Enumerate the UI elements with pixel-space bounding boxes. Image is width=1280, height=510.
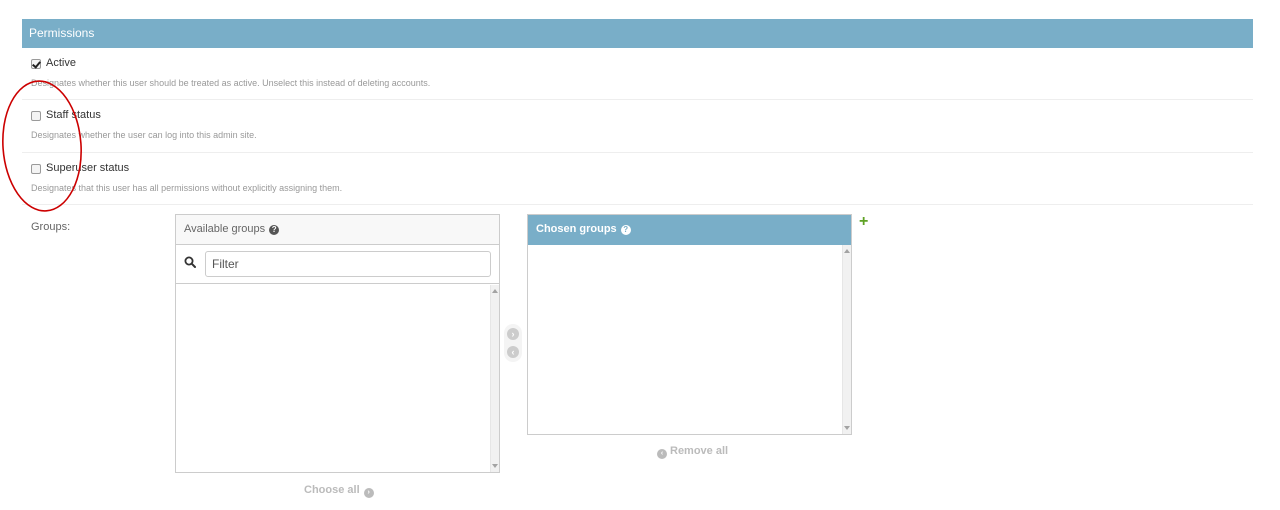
scroll-down-arrow[interactable] <box>492 464 498 468</box>
available-groups-box: Available groups? <box>175 214 500 473</box>
fieldset-header: Permissions <box>22 19 1253 48</box>
available-groups-scrollbar[interactable] <box>490 285 499 472</box>
chosen-groups-title-text: Chosen groups <box>536 223 617 235</box>
chosen-groups-box: Chosen groups? <box>527 214 852 435</box>
staff-row: Staff status Designates whether the user… <box>22 108 1253 153</box>
question-circle-icon[interactable]: ? <box>620 225 631 235</box>
filter-input[interactable] <box>205 251 491 277</box>
arrow-left-circle-icon[interactable]: ‹ <box>507 346 519 358</box>
remove-all-label: Remove all <box>670 445 729 457</box>
superuser-row: Superuser status Designates that this us… <box>22 161 1253 205</box>
active-checkbox[interactable] <box>31 59 41 69</box>
staff-checkbox[interactable] <box>31 111 41 121</box>
arrow-left-circle-icon: ‹ <box>657 449 667 459</box>
available-groups-title: Available groups? <box>176 215 499 245</box>
choose-all-label: Choose all <box>304 484 360 496</box>
filter-row <box>176 245 499 284</box>
question-circle-icon[interactable]: ? <box>269 225 280 235</box>
active-row: Active Designates whether this user shou… <box>22 56 1253 100</box>
superuser-checkbox[interactable] <box>31 164 41 174</box>
selector-chooser: › ‹ <box>504 324 522 362</box>
chosen-groups-scrollbar[interactable] <box>842 245 851 434</box>
scroll-down-arrow[interactable] <box>844 426 850 430</box>
fieldset-title: Permissions <box>29 26 95 40</box>
active-help-text: Designates whether this user should be t… <box>31 78 431 88</box>
available-groups-title-text: Available groups <box>184 223 266 235</box>
scroll-up-arrow[interactable] <box>492 289 498 293</box>
remove-all-button[interactable]: ‹ Remove all <box>657 445 728 459</box>
scroll-up-arrow[interactable] <box>844 249 850 253</box>
chosen-groups-title: Chosen groups? <box>528 215 851 245</box>
staff-help-text: Designates whether the user can log into… <box>31 130 257 140</box>
plus-icon[interactable]: + <box>859 214 868 230</box>
active-label[interactable]: Active <box>46 57 76 69</box>
staff-label[interactable]: Staff status <box>46 109 101 121</box>
superuser-help-text: Designates that this user has all permis… <box>31 183 343 193</box>
superuser-label[interactable]: Superuser status <box>46 162 129 174</box>
groups-label: Groups: <box>31 221 71 233</box>
arrow-right-circle-icon[interactable]: › <box>507 328 519 340</box>
choose-all-button[interactable]: Choose all › <box>304 484 374 498</box>
arrow-right-circle-icon: › <box>363 488 374 498</box>
search-icon <box>184 256 196 268</box>
